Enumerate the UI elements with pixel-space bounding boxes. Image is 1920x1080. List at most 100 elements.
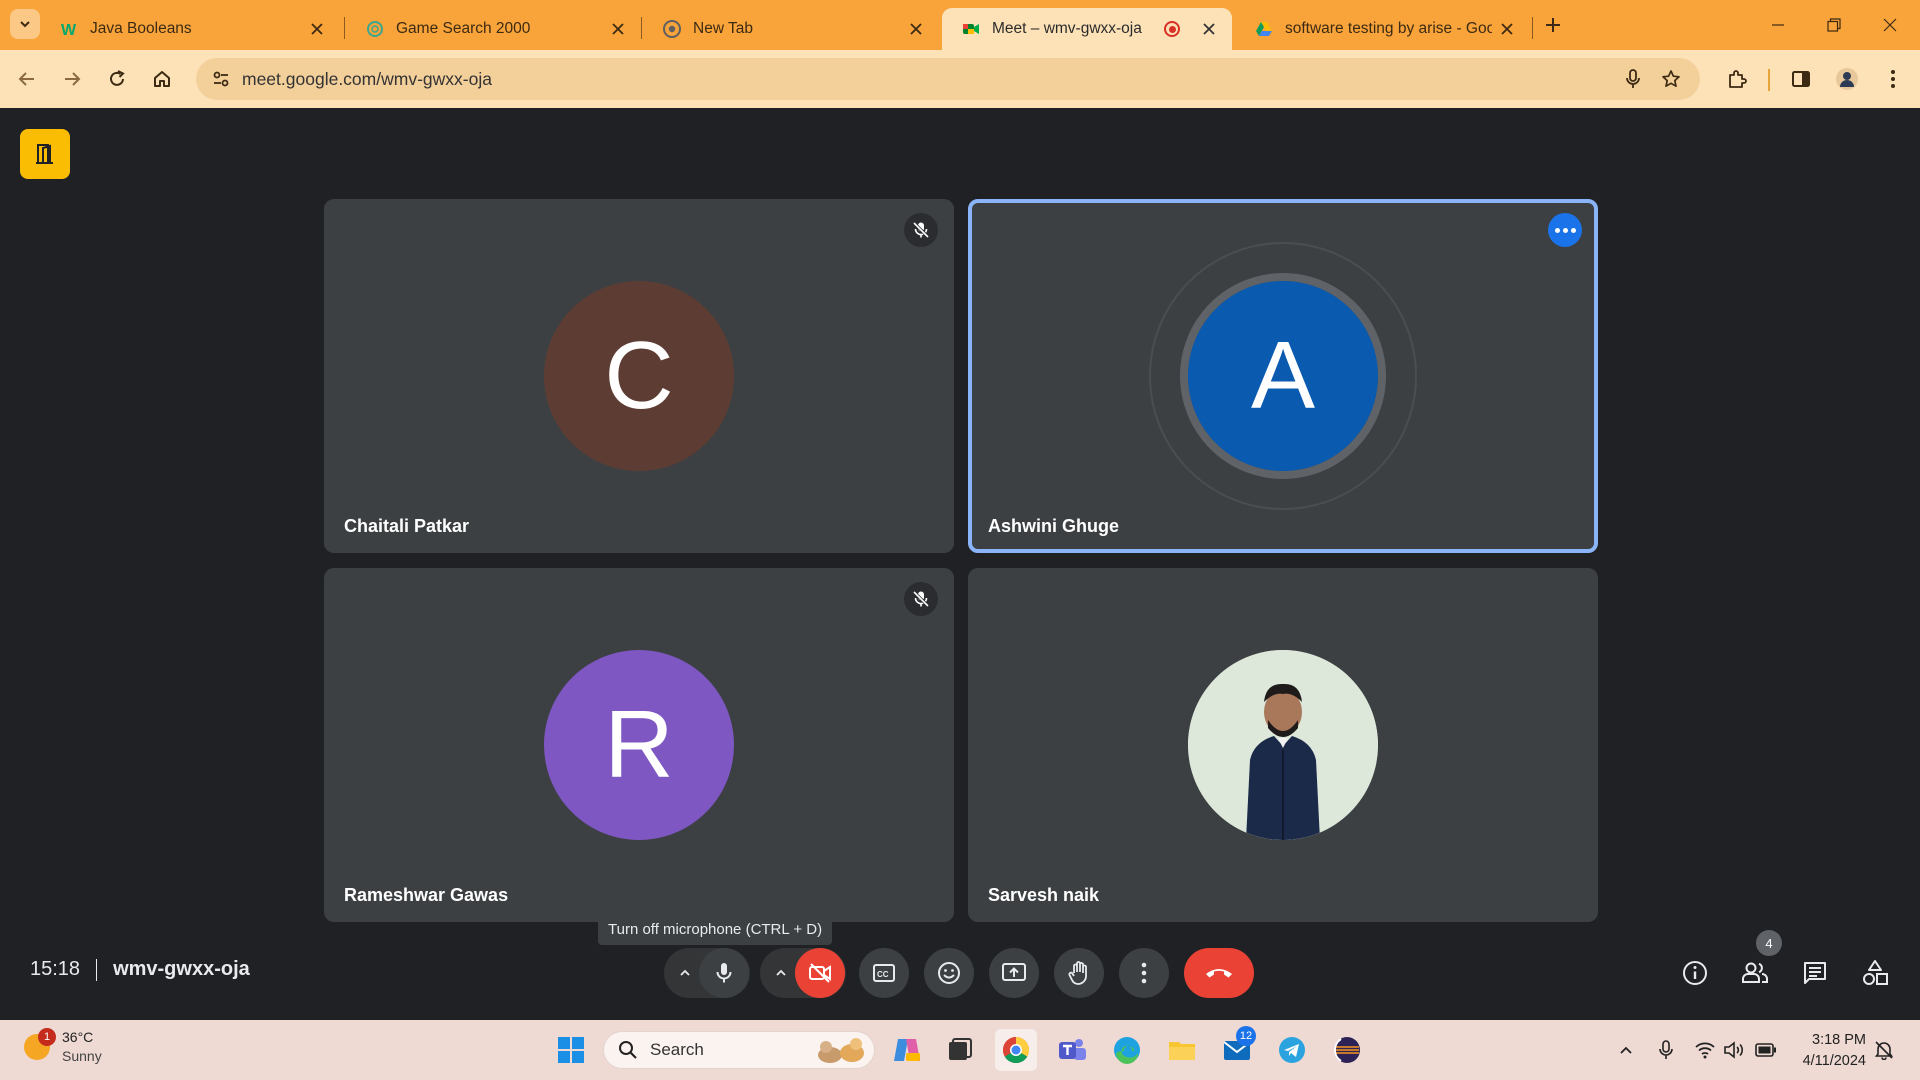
- file-explorer-app[interactable]: [1161, 1029, 1203, 1071]
- participant-name: Sarvesh naik: [988, 885, 1100, 905]
- chrome-app[interactable]: [995, 1029, 1037, 1071]
- tab-strip: W Java Booleans Game Search 2000 New Tab…: [0, 0, 1920, 50]
- svg-text:CC: CC: [877, 970, 889, 979]
- present-screen-icon: [1002, 963, 1026, 981]
- battery-tray-button[interactable]: [1754, 1038, 1778, 1062]
- close-icon[interactable]: [907, 20, 925, 38]
- voice-search-button[interactable]: [1620, 66, 1646, 92]
- meeting-details: 15:18 wmv-gwxx-oja: [30, 958, 250, 981]
- new-tab-button[interactable]: [1540, 12, 1566, 38]
- meeting-details-button[interactable]: [1675, 953, 1715, 993]
- side-panel-icon: [1792, 71, 1810, 87]
- edge-app[interactable]: [1106, 1029, 1148, 1071]
- wifi-tray-button[interactable]: [1693, 1038, 1717, 1062]
- video-options-button[interactable]: [764, 948, 798, 998]
- tab-meet[interactable]: Meet – wmv-gwxx-oja: [942, 8, 1232, 50]
- participant-tile[interactable]: C Chaitali Patkar: [324, 199, 954, 553]
- close-icon[interactable]: [308, 20, 326, 38]
- battery-icon: [1755, 1043, 1776, 1057]
- activities-button[interactable]: [1855, 953, 1895, 993]
- tab-divider: [1532, 17, 1533, 39]
- tab-java-booleans[interactable]: W Java Booleans: [40, 8, 340, 50]
- teams-app[interactable]: [1051, 1029, 1093, 1071]
- kebab-menu-icon: [1141, 962, 1147, 984]
- back-button[interactable]: [12, 64, 42, 94]
- companion-button[interactable]: [20, 129, 70, 179]
- home-button[interactable]: [147, 64, 177, 94]
- browser-menu-button[interactable]: [1878, 64, 1908, 94]
- taskbar-search[interactable]: Search: [603, 1031, 875, 1069]
- participant-avatar: C: [544, 281, 734, 471]
- tab-search-button[interactable]: [10, 9, 40, 39]
- more-options-button[interactable]: [1119, 948, 1169, 998]
- minimize-icon: [1772, 24, 1784, 26]
- reactions-button[interactable]: [924, 948, 974, 998]
- reload-icon: [110, 70, 125, 86]
- present-screen-button[interactable]: [989, 948, 1039, 998]
- site-info-button[interactable]: [206, 64, 236, 94]
- forward-button[interactable]: [57, 64, 87, 94]
- extensions-button[interactable]: [1722, 64, 1752, 94]
- volume-tray-button[interactable]: [1722, 1038, 1746, 1062]
- camera-button[interactable]: [795, 948, 845, 998]
- kebab-menu-icon: [1891, 70, 1895, 88]
- chevron-up-icon: [1620, 1046, 1632, 1054]
- copilot-app[interactable]: [886, 1029, 928, 1071]
- taskbar-clock[interactable]: 3:18 PM 4/11/2024: [1794, 1030, 1866, 1072]
- close-icon[interactable]: [1498, 20, 1516, 38]
- microphone-icon: [1626, 69, 1640, 88]
- sun-icon: 1: [24, 1028, 56, 1060]
- edge-icon: [1114, 1037, 1140, 1064]
- volume-icon: [1724, 1041, 1743, 1059]
- raise-hand-button[interactable]: [1054, 948, 1104, 998]
- more-options-button[interactable]: [1548, 213, 1582, 247]
- chatgpt-icon: [366, 20, 384, 38]
- task-view-app[interactable]: [939, 1029, 981, 1071]
- minimize-button[interactable]: [1750, 0, 1806, 50]
- people-button[interactable]: [1735, 953, 1775, 993]
- leave-call-button[interactable]: [1184, 948, 1254, 998]
- search-icon: [619, 1041, 637, 1059]
- weather-temperature: 36°C: [62, 1029, 94, 1045]
- recording-icon: [1164, 21, 1180, 37]
- weather-widget[interactable]: 1 36°C Sunny: [24, 1028, 102, 1066]
- close-icon: [1883, 18, 1897, 32]
- start-button[interactable]: [550, 1029, 592, 1071]
- participant-tile[interactable]: R Rameshwar Gawas: [324, 568, 954, 922]
- microphone-button[interactable]: [699, 948, 749, 998]
- close-icon[interactable]: [609, 20, 627, 38]
- tab-software-testing[interactable]: software testing by arise - Goo: [1235, 8, 1530, 50]
- audio-options-button[interactable]: [668, 948, 702, 998]
- eclipse-app[interactable]: [1326, 1029, 1368, 1071]
- tab-new-tab[interactable]: New Tab: [643, 8, 939, 50]
- chrome-icon: [1002, 1036, 1030, 1064]
- participant-tile[interactable]: A Ashwini Ghuge: [968, 199, 1598, 553]
- microphone-tray-button[interactable]: [1654, 1038, 1678, 1062]
- show-hidden-icons-button[interactable]: [1614, 1038, 1638, 1062]
- close-icon[interactable]: [1200, 20, 1218, 38]
- restore-button[interactable]: [1806, 0, 1862, 50]
- participant-avatar: R: [544, 650, 734, 840]
- notifications-button[interactable]: [1872, 1038, 1896, 1062]
- info-icon: [1683, 961, 1707, 985]
- tab-game-search[interactable]: Game Search 2000: [346, 8, 641, 50]
- chat-button[interactable]: [1795, 953, 1835, 993]
- side-panel-button[interactable]: [1786, 64, 1816, 94]
- bookmark-button[interactable]: [1658, 66, 1684, 92]
- camera-off-icon: [809, 963, 831, 983]
- mic-off-icon: [912, 221, 930, 239]
- chat-icon: [1804, 962, 1826, 984]
- tab-label: Meet – wmv-gwxx-oja: [992, 20, 1142, 37]
- profile-button[interactable]: [1832, 64, 1862, 94]
- captions-button[interactable]: CC: [859, 948, 909, 998]
- arrow-right-icon: [65, 72, 81, 86]
- close-window-button[interactable]: [1862, 0, 1918, 50]
- weather-condition: Sunny: [62, 1048, 102, 1064]
- telegram-app[interactable]: [1271, 1029, 1313, 1071]
- reload-button[interactable]: [102, 64, 132, 94]
- address-bar[interactable]: meet.google.com/wmv-gwxx-oja: [196, 58, 1700, 100]
- task-view-icon: [949, 1038, 972, 1060]
- taskbar: 1 36°C Sunny Search 12 3:18 PM 4/11/2024: [0, 1020, 1920, 1080]
- participant-tile[interactable]: Sarvesh naik: [968, 568, 1598, 922]
- tab-label: New Tab: [693, 20, 754, 37]
